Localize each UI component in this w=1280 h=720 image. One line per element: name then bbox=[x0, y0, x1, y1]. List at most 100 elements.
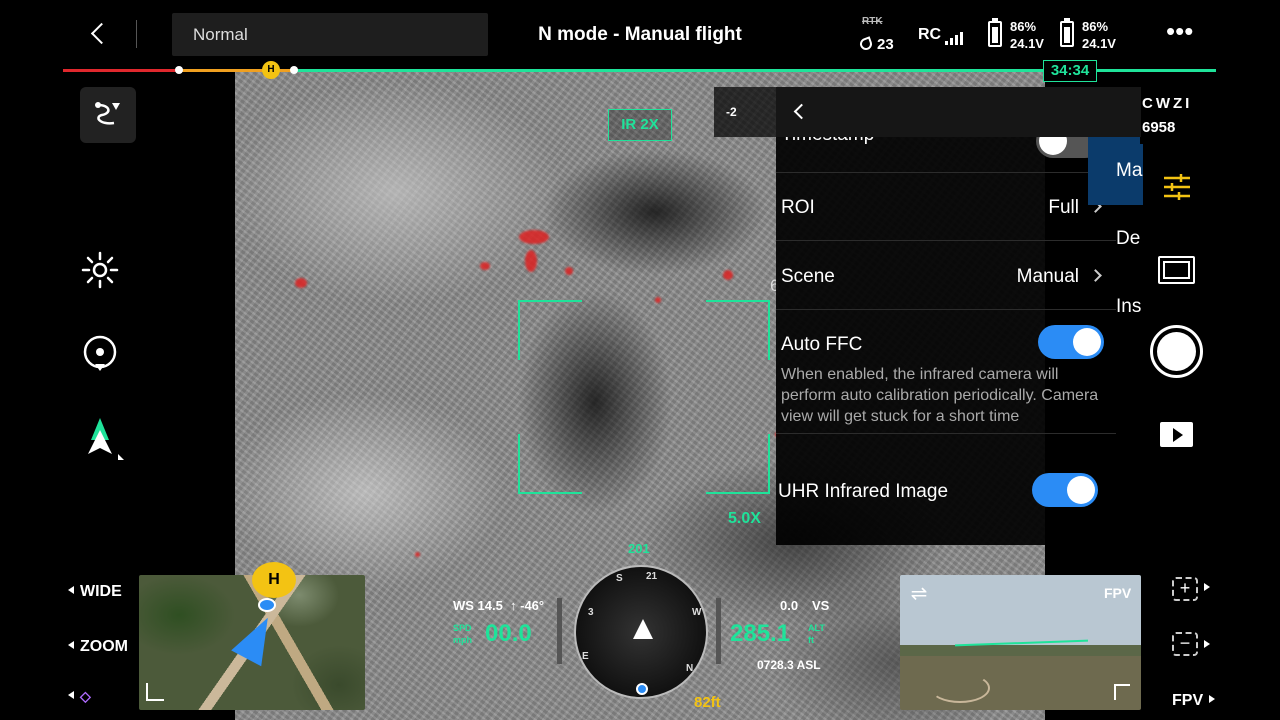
map-rc-location-icon bbox=[258, 598, 276, 612]
sliders-icon bbox=[1164, 174, 1190, 200]
wind-direction: ↑ -46° bbox=[510, 598, 545, 613]
triangle-right-icon bbox=[1204, 583, 1210, 591]
focus-bracket-tl bbox=[518, 300, 582, 360]
rc-signal[interactable]: RC bbox=[918, 26, 965, 45]
fpv-switch-label: FPV bbox=[1172, 692, 1204, 709]
zoom-out-button[interactable]: − bbox=[1172, 632, 1198, 656]
compass-south: S bbox=[616, 573, 623, 584]
compass-west: W bbox=[692, 607, 702, 618]
route-icon bbox=[95, 102, 120, 125]
altitude-gauge bbox=[716, 598, 721, 664]
exposure-value: -2 bbox=[726, 105, 737, 119]
tab-main[interactable]: Ma bbox=[1088, 137, 1143, 205]
gps-satellites[interactable]: 23 bbox=[858, 36, 894, 53]
compass-attitude-indicator[interactable]: S 21 W N E 3 bbox=[574, 565, 708, 699]
satellite-count: 23 bbox=[877, 36, 894, 53]
compass-3: 3 bbox=[588, 607, 594, 618]
aircraft-id: CWZI 6958 bbox=[1140, 87, 1202, 144]
speed-unit-top: SPD bbox=[453, 623, 472, 633]
aircraft-heading-icon bbox=[633, 619, 653, 639]
remaining-flight-time: 34:34 bbox=[1043, 60, 1097, 82]
fpv-switch-button[interactable]: FPV bbox=[1172, 692, 1216, 710]
camera-mode-value: Normal bbox=[193, 25, 248, 44]
home-marker-icon: H bbox=[262, 61, 280, 79]
focus-bracket-tr bbox=[706, 300, 770, 360]
ir-zoom-badge[interactable]: IR 2X bbox=[608, 109, 672, 141]
camera-settings-panel: Timestamp ROI Full Scene Manual Auto FFC… bbox=[776, 87, 1141, 545]
wind-speed: WS 14.5 bbox=[453, 598, 503, 613]
battery-1-percent: 86% bbox=[1010, 19, 1037, 34]
more-menu-button[interactable]: ••• bbox=[1166, 18, 1196, 46]
point-of-interest-button[interactable] bbox=[80, 333, 120, 373]
heading-readout: 201 bbox=[628, 541, 650, 556]
flight-mode-title[interactable]: N mode - Manual flight bbox=[500, 24, 780, 46]
aircraft-id-line2: 6958 bbox=[1142, 119, 1176, 136]
altitude: 285.1 bbox=[730, 620, 791, 647]
waypoint-route-button[interactable] bbox=[80, 87, 136, 143]
triangle-right-icon bbox=[1204, 640, 1210, 648]
triangle-left-icon bbox=[68, 586, 74, 594]
pilot-app-screen: Normal N mode - Manual flight RTK 23 RC … bbox=[0, 0, 1280, 720]
triangle-left-icon bbox=[68, 641, 74, 649]
rtk-status[interactable]: RTK bbox=[862, 16, 902, 27]
shutter-button[interactable] bbox=[1150, 325, 1203, 378]
speed-gauge bbox=[557, 598, 562, 664]
triangle-right-icon bbox=[1209, 695, 1216, 703]
speed-unit-bottom: mph bbox=[453, 635, 472, 645]
altitude-asl: 0728.3 ASL bbox=[757, 658, 821, 672]
signal-bars-icon bbox=[945, 27, 965, 45]
map-expand-icon[interactable] bbox=[146, 683, 164, 701]
battery-icon bbox=[1060, 18, 1074, 47]
zoom-label: ZOOM bbox=[80, 638, 128, 655]
back-button[interactable] bbox=[86, 18, 116, 50]
aircraft-locator-button[interactable] bbox=[80, 416, 124, 460]
rc-label: RC bbox=[918, 26, 942, 43]
camera-mode-dropdown[interactable]: Normal bbox=[172, 13, 488, 56]
swap-view-icon[interactable]: ⇌ bbox=[907, 582, 931, 606]
scene-label: Scene bbox=[781, 266, 835, 287]
exposure-chip[interactable]: -2 bbox=[714, 87, 776, 137]
target-icon bbox=[83, 335, 117, 371]
ir-lens-button[interactable]: ◇ bbox=[68, 688, 91, 706]
fpv-road bbox=[930, 673, 990, 703]
rc-position-icon bbox=[636, 683, 648, 695]
tab-detail[interactable]: De bbox=[1088, 205, 1143, 273]
sun-icon bbox=[81, 251, 119, 289]
wide-label: WIDE bbox=[80, 583, 122, 600]
fpv-label: FPV bbox=[1104, 585, 1132, 601]
triangle-left-icon bbox=[68, 691, 74, 699]
compass-north: N bbox=[686, 663, 694, 674]
aircraft-id-line1: CWZI bbox=[1142, 95, 1193, 112]
altitude-unit-top: ALT bbox=[808, 623, 825, 633]
light-beacon-button[interactable] bbox=[80, 250, 120, 290]
aircraft-icon bbox=[88, 418, 124, 460]
roi-label: ROI bbox=[781, 197, 815, 218]
timeline-marker bbox=[290, 66, 298, 74]
wide-lens-button[interactable]: WIDE bbox=[68, 583, 122, 601]
horizontal-speed: 00.0 bbox=[485, 620, 532, 647]
battery-icon bbox=[988, 18, 1002, 47]
satellite-icon bbox=[858, 36, 874, 52]
zoom-lens-button[interactable]: ZOOM bbox=[68, 638, 128, 656]
timeline-critical-segment bbox=[63, 69, 179, 72]
divider bbox=[776, 240, 1116, 241]
divider bbox=[776, 433, 1116, 434]
timeline-marker bbox=[175, 66, 183, 74]
playback-button[interactable] bbox=[1160, 422, 1193, 447]
auto-ffc-label: Auto FFC bbox=[781, 334, 863, 355]
compass-east: E bbox=[582, 651, 589, 662]
panel-back-button[interactable] bbox=[793, 103, 810, 120]
fpv-expand-icon[interactable] bbox=[1114, 684, 1130, 700]
camera-settings-button[interactable] bbox=[1162, 172, 1192, 207]
uhr-toggle[interactable] bbox=[1032, 473, 1098, 507]
vertical-speed-label: VS bbox=[812, 598, 830, 613]
vertical-speed: 0.0 bbox=[780, 598, 799, 613]
home-distance: 82ft bbox=[694, 694, 721, 711]
tab-inspect[interactable]: Ins bbox=[1088, 273, 1143, 341]
diamond-icon: ◇ bbox=[80, 688, 91, 704]
photo-mode-button[interactable] bbox=[1158, 256, 1195, 284]
roi-row[interactable]: ROI Full bbox=[776, 197, 1116, 227]
altitude-unit-bottom: ft bbox=[808, 635, 814, 645]
scene-row[interactable]: Scene Manual bbox=[776, 266, 1116, 296]
zoom-in-button[interactable]: + bbox=[1172, 577, 1198, 601]
